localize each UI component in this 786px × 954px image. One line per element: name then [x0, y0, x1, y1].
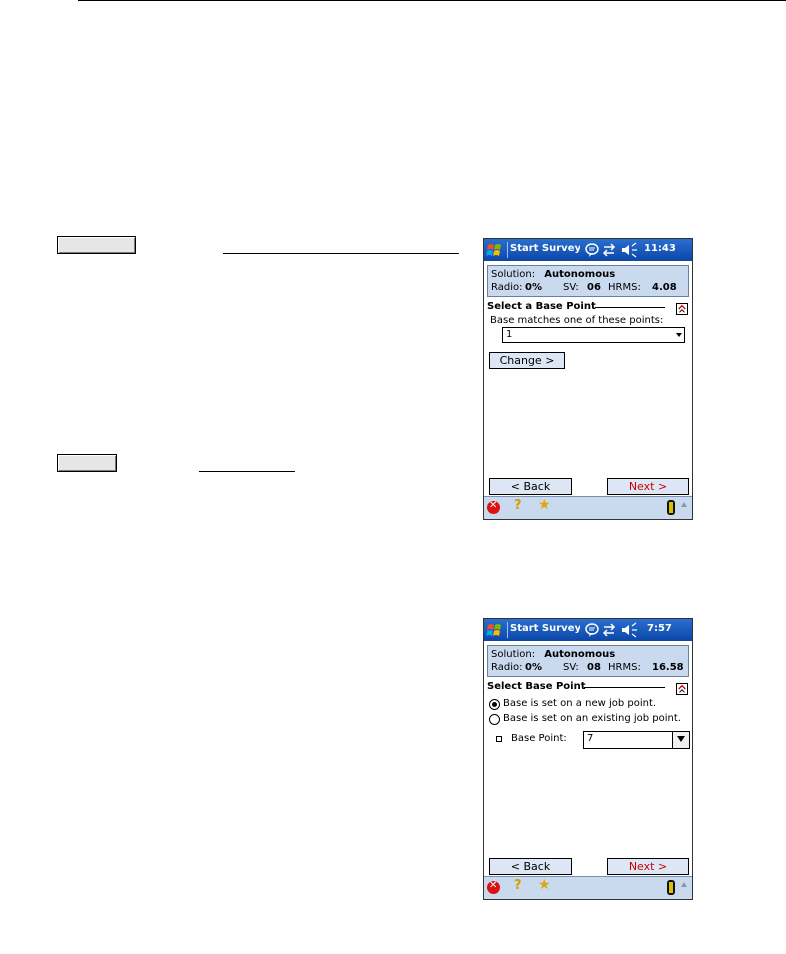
gps-battery-icon[interactable] [667, 880, 675, 895]
doc-button-placeholder-1 [57, 236, 136, 254]
back-button[interactable]: < Back [489, 858, 572, 875]
sv-value: 08 [587, 662, 601, 673]
gps-status-panel: Solution: Autonomous Radio: 0% SV: 06 HR… [487, 265, 689, 297]
status-icons[interactable] [584, 622, 642, 638]
next-button[interactable]: Next > [607, 858, 689, 875]
doc-underline-2 [199, 471, 295, 472]
sv-label: SV: [563, 662, 579, 673]
sv-value: 06 [587, 282, 601, 293]
help-question-icon[interactable]: ? [514, 878, 522, 893]
hrms-value: 16.58 [652, 662, 684, 673]
bottom-taskbar: ? ★ [484, 876, 692, 899]
section-rule [595, 307, 665, 308]
window-title: Start Survey W [510, 623, 580, 634]
gps-status-panel: Solution: Autonomous Radio: 0% SV: 08 HR… [487, 645, 689, 677]
title-separator [507, 242, 508, 258]
sync-arrows-icon [602, 623, 616, 637]
base-point-value: 7 [587, 733, 594, 744]
title-bar: Start Survey W 7:57 [484, 619, 692, 641]
collapse-icon[interactable] [676, 303, 688, 315]
help-question-icon[interactable]: ? [514, 498, 522, 513]
bullet-icon [496, 736, 502, 742]
title-separator [507, 622, 508, 638]
radio-label: Radio: [491, 662, 523, 673]
radio-value: 0% [525, 282, 542, 293]
doc-underline-1 [223, 253, 459, 254]
base-point-field[interactable]: 7 [583, 731, 690, 749]
star-icon[interactable]: ★ [538, 877, 551, 893]
section-rule [584, 687, 665, 688]
status-icons[interactable] [584, 242, 642, 258]
close-icon[interactable] [487, 880, 500, 894]
radio-label: Radio: [491, 282, 523, 293]
clock[interactable]: 11:43 [644, 243, 676, 254]
next-button[interactable]: Next > [607, 478, 689, 495]
device-screen-1: Start Survey \ 11:43 Solution: Autonomou… [483, 238, 693, 520]
speech-bubble-icon [585, 243, 599, 257]
windows-flag-icon[interactable] [486, 242, 504, 258]
chevron-down-icon[interactable] [672, 732, 689, 748]
solution-label: Solution: [491, 269, 536, 280]
device-screen-2: Start Survey W 7:57 Solution: Autonomous… [483, 618, 693, 900]
title-bar: Start Survey \ 11:43 [484, 239, 692, 261]
sync-arrows-icon [602, 243, 616, 257]
solution-value: Autonomous [544, 649, 616, 660]
clock[interactable]: 7:57 [647, 623, 672, 634]
hrms-label: HRMS: [608, 282, 641, 293]
chevron-up-icon[interactable] [681, 882, 687, 887]
solution-value: Autonomous [544, 269, 616, 280]
base-point-combo[interactable]: 1 [502, 327, 685, 343]
window-title: Start Survey \ [510, 243, 580, 254]
close-icon[interactable] [487, 500, 500, 514]
speaker-icon [622, 622, 637, 638]
change-button[interactable]: Change > [489, 352, 565, 369]
hrms-value: 4.08 [652, 282, 677, 293]
page-header-rule [78, 0, 786, 1]
radio-existing-label: Base is set on an existing job point. [503, 713, 681, 724]
doc-button-placeholder-2 [57, 454, 117, 472]
windows-flag-icon[interactable] [486, 622, 504, 638]
radio-new-label: Base is set on a new job point. [503, 698, 657, 709]
combo-value: 1 [506, 329, 513, 340]
radio-value: 0% [525, 662, 542, 673]
star-icon[interactable]: ★ [538, 497, 551, 513]
speaker-icon [622, 242, 637, 258]
radio-existing-point[interactable] [489, 714, 500, 725]
chevron-up-icon[interactable] [681, 502, 687, 507]
base-point-label: Base Point: [511, 733, 567, 744]
radio-new-point[interactable] [489, 699, 500, 710]
hrms-label: HRMS: [608, 662, 641, 673]
chevron-down-icon [676, 333, 682, 337]
gps-battery-icon[interactable] [667, 500, 675, 515]
back-button[interactable]: < Back [489, 478, 572, 495]
section-title: Select Base Point [487, 681, 586, 692]
collapse-icon[interactable] [676, 683, 688, 695]
base-prompt: Base matches one of these points: [490, 315, 664, 326]
bottom-taskbar: ? ★ [484, 496, 692, 519]
section-title: Select a Base Point [487, 301, 596, 312]
speech-bubble-icon [585, 623, 599, 637]
solution-label: Solution: [491, 649, 536, 660]
sv-label: SV: [563, 282, 579, 293]
